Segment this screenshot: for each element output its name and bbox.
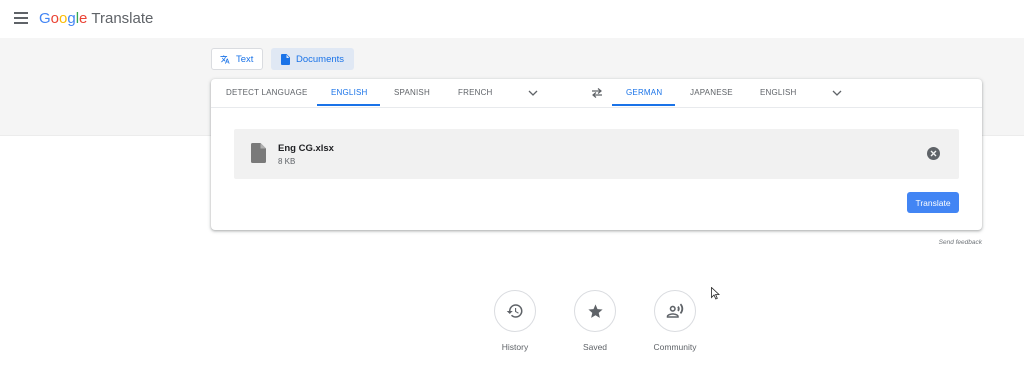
- community-button[interactable]: Community: [645, 290, 705, 352]
- target-lang-english[interactable]: English: [760, 79, 797, 107]
- source-lang-french[interactable]: French: [458, 79, 493, 107]
- source-lang-spanish[interactable]: Spanish: [394, 79, 430, 107]
- logo-letter: g: [67, 10, 76, 27]
- top-bar: Google Translate: [0, 0, 1024, 39]
- community-icon: [666, 303, 684, 318]
- history-button[interactable]: History: [485, 290, 545, 352]
- translate-icon: [220, 54, 230, 64]
- logo-letter: e: [79, 10, 88, 27]
- history-label: History: [501, 342, 529, 352]
- target-lang-indicator: [612, 104, 675, 106]
- app-logo[interactable]: Google Translate: [39, 10, 153, 28]
- saved-label: Saved: [582, 342, 608, 352]
- document-card: Detect language English Spanish French G…: [211, 79, 982, 230]
- translate-button[interactable]: Translate: [907, 192, 959, 213]
- source-lang-indicator: [317, 104, 380, 106]
- tab-documents-label: Documents: [296, 53, 345, 65]
- remove-file-icon[interactable]: [927, 147, 940, 160]
- community-label: Community: [653, 342, 697, 352]
- tab-documents[interactable]: Documents: [271, 48, 354, 70]
- history-circle: [494, 290, 536, 332]
- community-circle: [654, 290, 696, 332]
- star-icon: [587, 303, 603, 318]
- file-icon: [251, 143, 266, 163]
- tab-text[interactable]: Text: [211, 48, 263, 70]
- saved-circle: [574, 290, 616, 332]
- history-icon: [506, 304, 523, 318]
- logo-letter: G: [39, 10, 51, 27]
- file-name: Eng CG.xlsx: [278, 143, 334, 154]
- mouse-cursor-icon: [711, 287, 720, 300]
- uploaded-file: Eng CG.xlsx 8 KB: [234, 129, 959, 179]
- target-lang-german[interactable]: German: [626, 79, 662, 107]
- main-menu-icon[interactable]: [14, 12, 28, 24]
- saved-button[interactable]: Saved: [565, 290, 625, 352]
- send-feedback-link[interactable]: Send feedback: [939, 239, 982, 246]
- target-lang-japanese[interactable]: Japanese: [690, 79, 733, 107]
- product-name: Translate: [91, 10, 154, 27]
- language-bar: Detect language English Spanish French G…: [211, 79, 982, 108]
- chevron-down-icon[interactable]: [528, 88, 538, 98]
- document-icon: [280, 53, 290, 65]
- logo-letter: o: [50, 10, 60, 27]
- file-size: 8 KB: [278, 157, 296, 166]
- swap-languages-icon[interactable]: [591, 87, 603, 99]
- chevron-down-icon[interactable]: [832, 88, 842, 98]
- tab-text-label: Text: [236, 53, 254, 65]
- source-lang-english[interactable]: English: [331, 79, 368, 107]
- source-lang-detect[interactable]: Detect language: [226, 79, 308, 107]
